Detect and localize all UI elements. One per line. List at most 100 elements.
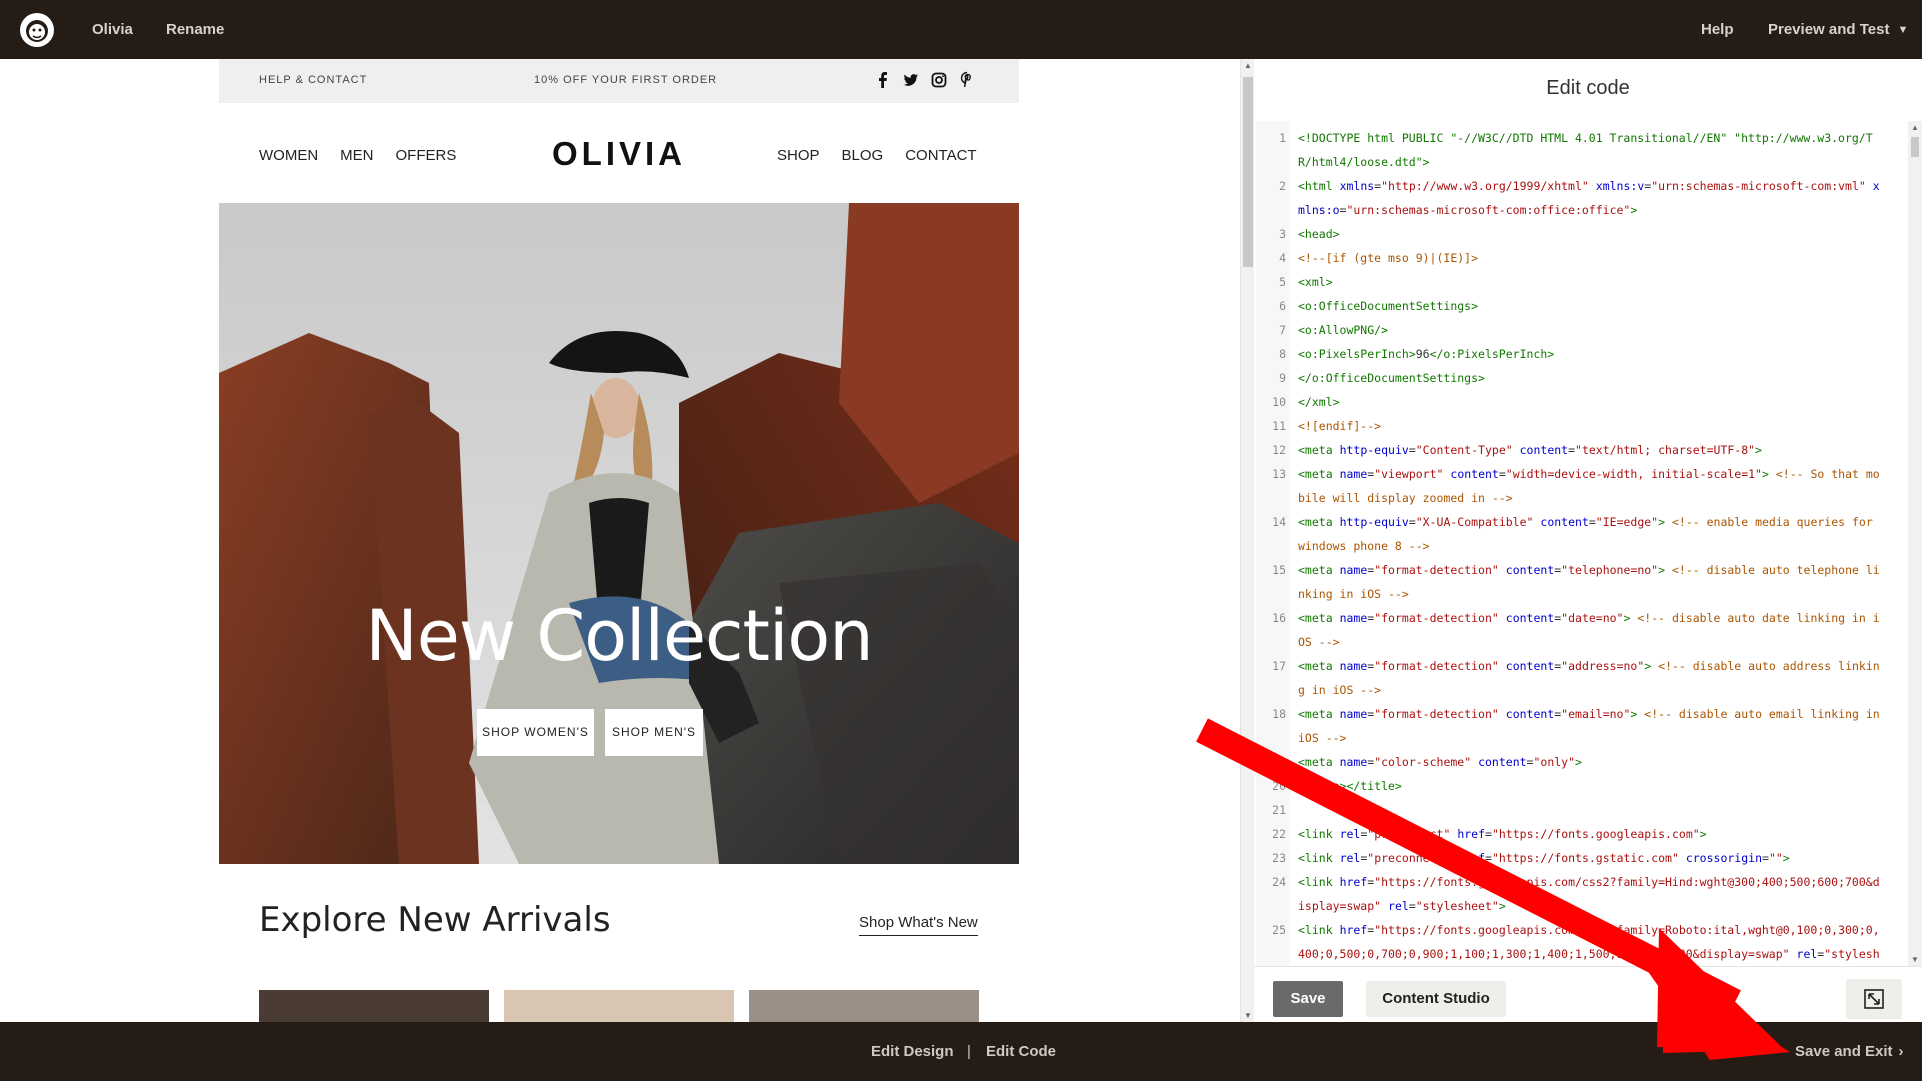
code-line[interactable]: 23 <link rel="preconnect" href="https://f… (1256, 846, 1908, 870)
code-line[interactable]: 25 <link href="https://fonts.googleapis.c… (1256, 918, 1908, 942)
code-text[interactable]: isplay=swap" rel="stylesheet"> (1298, 894, 1904, 918)
code-line[interactable]: OS --> (1256, 630, 1908, 654)
code-text[interactable]: <o:OfficeDocumentSettings> (1298, 294, 1904, 318)
code-text[interactable]: bile will display zoomed in --> (1298, 486, 1904, 510)
scroll-up-icon[interactable]: ▲ (1911, 123, 1919, 132)
product-image[interactable] (259, 990, 489, 1022)
code-text[interactable]: <meta name="format-detection" content="e… (1298, 702, 1904, 726)
code-text[interactable]: <meta name="format-detection" content="a… (1298, 654, 1904, 678)
code-line[interactable]: 16 <meta name="format-detection" content=… (1256, 606, 1908, 630)
code-text[interactable]: <meta name="viewport" content="width=dev… (1298, 462, 1904, 486)
code-text[interactable]: <meta http-equiv="X-UA-Compatible" conte… (1298, 510, 1904, 534)
code-text[interactable]: g in iOS --> (1298, 678, 1904, 702)
code-line[interactable]: 24 <link href="https://fonts.googleapis.c… (1256, 870, 1908, 894)
save-and-exit-button[interactable]: Save and Exit › (1795, 1022, 1904, 1081)
code-line[interactable]: windows phone 8 --> (1256, 534, 1908, 558)
code-line[interactable]: 20 <title></title> (1256, 774, 1908, 798)
hero-banner[interactable]: New Collection SHOP WOMEN'S SHOP MEN'S (219, 203, 1019, 864)
email-preview-pane[interactable]: HELP & CONTACT 10% OFF YOUR FIRST ORDER … (0, 59, 1240, 1022)
preview-and-test-menu[interactable]: Preview and Test ▼ (1768, 0, 1908, 59)
code-line[interactable]: isplay=swap" rel="stylesheet"> (1256, 894, 1908, 918)
code-line[interactable]: 11 <![endif]--> (1256, 414, 1908, 438)
code-text[interactable]: <link href="https://fonts.googleapis.com… (1298, 918, 1904, 942)
nav-offers[interactable]: OFFERS (396, 147, 457, 164)
code-text[interactable]: nking in iOS --> (1298, 582, 1904, 606)
code-text[interactable]: OS --> (1298, 630, 1904, 654)
facebook-icon[interactable] (875, 71, 891, 89)
code-line[interactable]: 1 <!DOCTYPE html PUBLIC "-//W3C//DTD HTML… (1256, 126, 1908, 150)
code-text[interactable]: <meta http-equiv="Content-Type" content=… (1298, 438, 1904, 462)
code-text[interactable]: <o:AllowPNG/> (1298, 318, 1904, 342)
code-text[interactable]: iOS --> (1298, 726, 1904, 750)
code-text[interactable]: <meta name="color-scheme" content="only"… (1298, 750, 1904, 774)
content-studio-button[interactable]: Content Studio (1366, 981, 1506, 1017)
instagram-icon[interactable] (931, 71, 947, 89)
shop-whats-new-link[interactable]: Shop What's New (859, 914, 978, 936)
code-editor[interactable]: 1 <!DOCTYPE html PUBLIC "-//W3C//DTD HTML… (1256, 121, 1908, 966)
scrollbar-thumb[interactable] (1243, 77, 1253, 267)
code-text[interactable]: mlns:o="urn:schemas-microsoft-com:office… (1298, 198, 1904, 222)
code-line[interactable]: 22 <link rel="preconnect" href="https://f… (1256, 822, 1908, 846)
code-line[interactable]: 18 <meta name="format-detection" content=… (1256, 702, 1908, 726)
code-text[interactable]: <link href="https://fonts.googleapis.com… (1298, 870, 1904, 894)
shop-womens-button[interactable]: SHOP WOMEN'S (477, 709, 594, 756)
code-line[interactable]: 7 <o:AllowPNG/> (1256, 318, 1908, 342)
code-line[interactable]: 19 <meta name="color-scheme" content="onl… (1256, 750, 1908, 774)
help-contact-link[interactable]: HELP & CONTACT (259, 74, 367, 86)
code-line[interactable]: 13 <meta name="viewport" content="width=d… (1256, 462, 1908, 486)
code-text[interactable]: <![endif]--> (1298, 414, 1904, 438)
preview-scrollbar[interactable]: ▲ ▼ (1240, 59, 1254, 1022)
nav-shop[interactable]: SHOP (777, 147, 820, 164)
code-text[interactable]: <link rel="preconnect" href="https://fon… (1298, 822, 1904, 846)
code-text[interactable]: <link rel="preconnect" href="https://fon… (1298, 846, 1904, 870)
code-line[interactable]: 4 <!--[if (gte mso 9)|(IE)]> (1256, 246, 1908, 270)
code-text[interactable]: <meta name="format-detection" content="d… (1298, 606, 1904, 630)
code-text[interactable]: </xml> (1298, 390, 1904, 414)
twitter-icon[interactable] (903, 71, 919, 89)
code-line[interactable]: 14 <meta http-equiv="X-UA-Compatible" con… (1256, 510, 1908, 534)
nav-men[interactable]: MEN (340, 147, 373, 164)
code-text[interactable]: </o:OfficeDocumentSettings> (1298, 366, 1904, 390)
code-text[interactable]: <meta name="format-detection" content="t… (1298, 558, 1904, 582)
scroll-down-icon[interactable]: ▼ (1911, 955, 1919, 964)
expand-button[interactable] (1846, 979, 1902, 1019)
code-line[interactable]: 6 <o:OfficeDocumentSettings> (1256, 294, 1908, 318)
scrollbar-thumb[interactable] (1911, 137, 1919, 157)
code-text[interactable]: <html xmlns="http://www.w3.org/1999/xhtm… (1298, 174, 1904, 198)
nav-women[interactable]: WOMEN (259, 147, 318, 164)
code-line[interactable]: 3 <head> (1256, 222, 1908, 246)
code-text[interactable]: R/html4/loose.dtd"> (1298, 150, 1904, 174)
code-line[interactable]: 9 </o:OfficeDocumentSettings> (1256, 366, 1908, 390)
edit-design-link[interactable]: Edit Design (871, 1022, 954, 1081)
edit-code-link[interactable]: Edit Code (986, 1022, 1056, 1081)
code-line[interactable]: mlns:o="urn:schemas-microsoft-com:office… (1256, 198, 1908, 222)
code-line[interactable]: 21 (1256, 798, 1908, 822)
code-text[interactable]: <head> (1298, 222, 1904, 246)
code-line[interactable]: 17 <meta name="format-detection" content=… (1256, 654, 1908, 678)
pinterest-icon[interactable] (959, 71, 975, 89)
scroll-down-icon[interactable]: ▼ (1244, 1011, 1252, 1020)
code-line[interactable]: 400;0,500;0,700;0,900;1,100;1,300;1,400;… (1256, 942, 1908, 966)
save-button[interactable]: Save (1273, 981, 1343, 1017)
code-text[interactable]: windows phone 8 --> (1298, 534, 1904, 558)
scroll-up-icon[interactable]: ▲ (1244, 61, 1252, 70)
code-line[interactable]: 12 <meta http-equiv="Content-Type" conten… (1256, 438, 1908, 462)
code-line[interactable]: 5 <xml> (1256, 270, 1908, 294)
code-line[interactable]: g in iOS --> (1256, 678, 1908, 702)
code-text[interactable]: <!--[if (gte mso 9)|(IE)]> (1298, 246, 1904, 270)
editor-scrollbar[interactable]: ▲ ▼ (1908, 121, 1922, 966)
code-text[interactable]: <!DOCTYPE html PUBLIC "-//W3C//DTD HTML … (1298, 126, 1904, 150)
code-text[interactable]: <o:PixelsPerInch>96</o:PixelsPerInch> (1298, 342, 1904, 366)
help-link[interactable]: Help (1701, 0, 1734, 59)
product-image[interactable] (504, 990, 734, 1022)
code-text[interactable]: <xml> (1298, 270, 1904, 294)
shop-mens-button[interactable]: SHOP MEN'S (605, 709, 703, 756)
code-line[interactable]: iOS --> (1256, 726, 1908, 750)
code-line[interactable]: bile will display zoomed in --> (1256, 486, 1908, 510)
code-line[interactable]: R/html4/loose.dtd"> (1256, 150, 1908, 174)
product-image[interactable] (749, 990, 979, 1022)
code-line[interactable]: nking in iOS --> (1256, 582, 1908, 606)
code-text[interactable]: <title></title> (1298, 774, 1904, 798)
mailchimp-logo-icon[interactable] (18, 11, 56, 49)
nav-blog[interactable]: BLOG (842, 147, 884, 164)
